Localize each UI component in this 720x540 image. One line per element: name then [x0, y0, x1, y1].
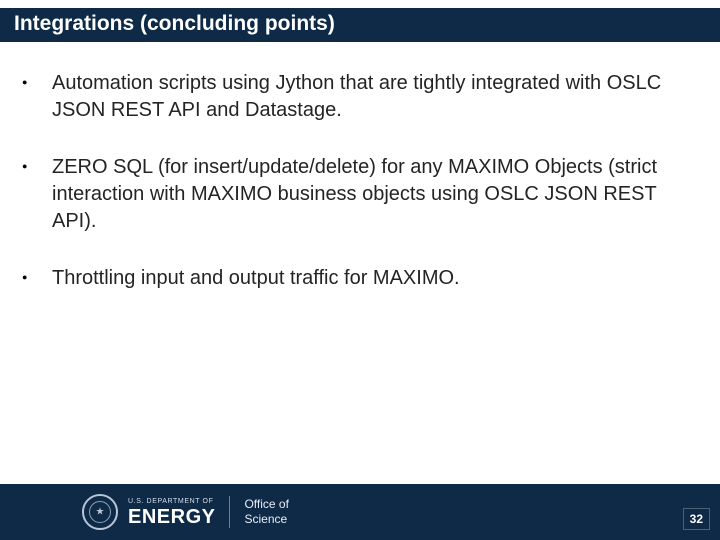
office-line-2: Science [244, 512, 288, 527]
slide-title: Integrations (concluding points) [14, 12, 708, 36]
bullet-list: Automation scripts using Jython that are… [18, 70, 684, 292]
energy-wordmark: U.S. DEPARTMENT OF ENERGY [128, 498, 215, 527]
page-number: 32 [683, 508, 710, 530]
bullet-item: Automation scripts using Jython that are… [18, 70, 684, 124]
footer-divider [229, 496, 230, 528]
energy-logo: U.S. DEPARTMENT OF ENERGY [82, 494, 215, 530]
office-label: Office of Science [244, 497, 288, 527]
energy-label: ENERGY [128, 507, 215, 527]
footer-bar: U.S. DEPARTMENT OF ENERGY Office of Scie… [0, 484, 720, 540]
bullet-item: Throttling input and output traffic for … [18, 265, 684, 292]
bullet-item: ZERO SQL (for insert/update/delete) for … [18, 154, 684, 235]
office-line-1: Office of [244, 497, 288, 512]
slide-content: Automation scripts using Jython that are… [0, 42, 720, 292]
dept-label: U.S. DEPARTMENT OF [128, 498, 215, 505]
title-bar: Integrations (concluding points) [0, 0, 720, 42]
doe-seal-icon [82, 494, 118, 530]
